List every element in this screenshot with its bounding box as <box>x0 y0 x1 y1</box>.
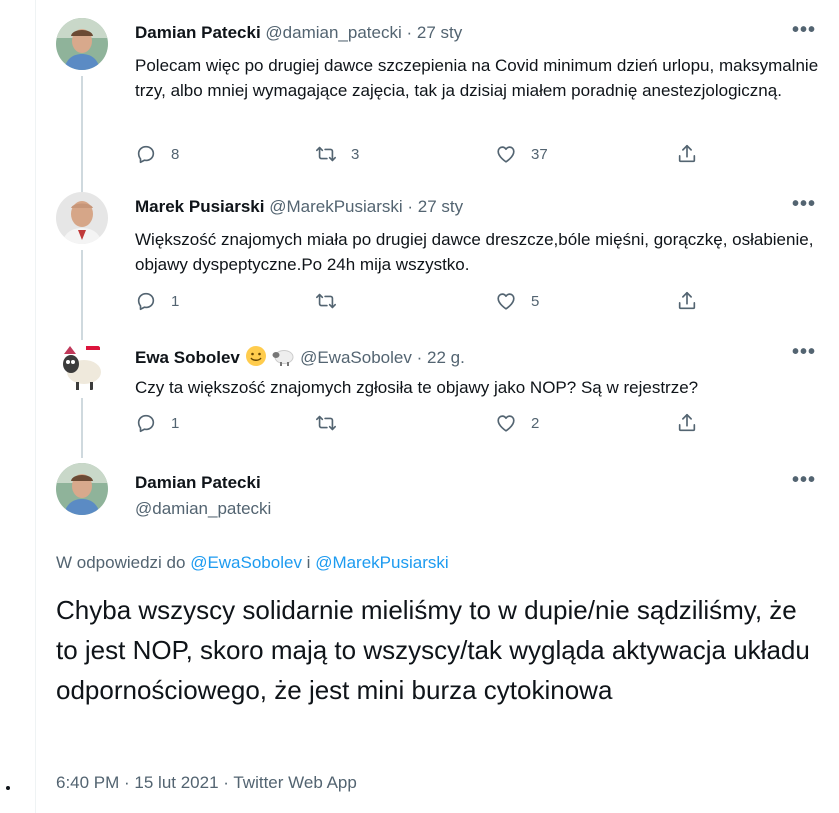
share-icon <box>676 143 698 165</box>
like-count: 2 <box>531 414 540 432</box>
reply-icon <box>135 412 157 434</box>
author-name[interactable]: Ewa Sobolev <box>135 348 240 367</box>
reply-count: 1 <box>171 292 180 310</box>
mention-link[interactable]: @MarekPusiarski <box>315 553 448 572</box>
tweet-text: Czy ta większość znajomych zgłosiła te o… <box>135 378 699 397</box>
avatar[interactable] <box>56 18 108 70</box>
retweet-count: 3 <box>351 145 360 163</box>
timestamp[interactable]: 27 sty <box>418 197 463 216</box>
separator: · <box>407 197 414 216</box>
more-icon[interactable]: ••• <box>792 341 816 364</box>
more-icon[interactable]: ••• <box>792 469 816 492</box>
share-icon <box>676 412 698 434</box>
like-button[interactable]: 37 <box>495 143 548 165</box>
thread-line <box>81 250 83 341</box>
tweet-text: Polecam więc po drugiej dawce szczepieni… <box>135 56 819 100</box>
like-button[interactable]: 2 <box>495 412 539 434</box>
tweet-actions: 8 3 37 <box>135 143 715 167</box>
retweet-icon <box>315 143 337 165</box>
author-name[interactable]: Damian Patecki <box>135 23 261 42</box>
retweet-button[interactable] <box>315 290 351 312</box>
tweet-header: Ewa Sobolev @EwaSobolev · 22 g. <box>135 345 465 372</box>
mention-link[interactable]: @EwaSobolev <box>190 553 302 572</box>
tweet-header: Marek Pusiarski @MarekPusiarski · 27 sty <box>135 197 463 217</box>
author-name[interactable]: Damian Patecki <box>135 473 261 493</box>
tweet-header: Damian Patecki @damian_patecki · 27 sty <box>135 23 462 43</box>
heart-icon <box>495 412 517 434</box>
share-button[interactable] <box>676 290 698 312</box>
retweet-icon <box>315 290 337 312</box>
like-button[interactable]: 5 <box>495 290 539 312</box>
main-tweet-text: Chyba wszyscy solidarnie mieliśmy to w d… <box>56 595 810 705</box>
avatar[interactable] <box>56 192 108 244</box>
stray-dot <box>6 786 10 790</box>
tweet-text: Większość znajomych miała po drugiej daw… <box>135 230 814 274</box>
reply-prefix: W odpowiedzi do <box>56 553 191 572</box>
reply-button[interactable]: 1 <box>135 290 179 312</box>
heart-icon <box>495 143 517 165</box>
retweet-button[interactable]: 3 <box>315 143 359 165</box>
author-handle[interactable]: @damian_patecki <box>135 499 271 519</box>
smile-emoji-icon <box>245 345 267 372</box>
timestamp[interactable]: 22 g. <box>427 348 465 367</box>
avatar[interactable] <box>56 340 108 392</box>
heart-icon <box>495 290 517 312</box>
separator: · <box>406 23 413 42</box>
tweet-actions: 1 5 <box>135 290 715 314</box>
share-icon <box>676 290 698 312</box>
reply-button[interactable]: 1 <box>135 412 179 434</box>
author-handle[interactable]: @damian_patecki <box>265 23 401 42</box>
sheep-emoji-icon <box>271 345 295 372</box>
reply-button[interactable]: 8 <box>135 143 179 165</box>
like-count: 37 <box>531 145 548 163</box>
reply-icon <box>135 143 157 165</box>
tweet-meta[interactable]: 6:40 PM · 15 lut 2021 · Twitter Web App <box>56 773 357 793</box>
reply-count: 1 <box>171 414 180 432</box>
thread-line <box>81 398 83 458</box>
retweet-icon <box>315 412 337 434</box>
share-button[interactable] <box>676 143 698 165</box>
more-icon[interactable]: ••• <box>792 19 816 42</box>
tweet-actions: 1 2 <box>135 412 715 436</box>
thread-line <box>81 76 83 193</box>
author-handle[interactable]: @EwaSobolev <box>300 348 412 367</box>
more-icon[interactable]: ••• <box>792 193 816 216</box>
separator: · <box>416 347 423 367</box>
reply-context: W odpowiedzi do @EwaSobolev i @MarekPusi… <box>56 553 449 573</box>
avatar[interactable] <box>56 463 108 515</box>
author-name[interactable]: Marek Pusiarski <box>135 197 264 216</box>
reply-and: i <box>301 553 316 572</box>
conversation-panel: Damian Patecki @damian_patecki · 27 sty … <box>35 0 839 813</box>
reply-count: 8 <box>171 145 180 163</box>
reply-icon <box>135 290 157 312</box>
retweet-button[interactable] <box>315 412 351 434</box>
author-handle[interactable]: @MarekPusiarski <box>269 197 402 216</box>
timestamp[interactable]: 27 sty <box>417 23 462 42</box>
like-count: 5 <box>531 292 540 310</box>
share-button[interactable] <box>676 412 698 434</box>
